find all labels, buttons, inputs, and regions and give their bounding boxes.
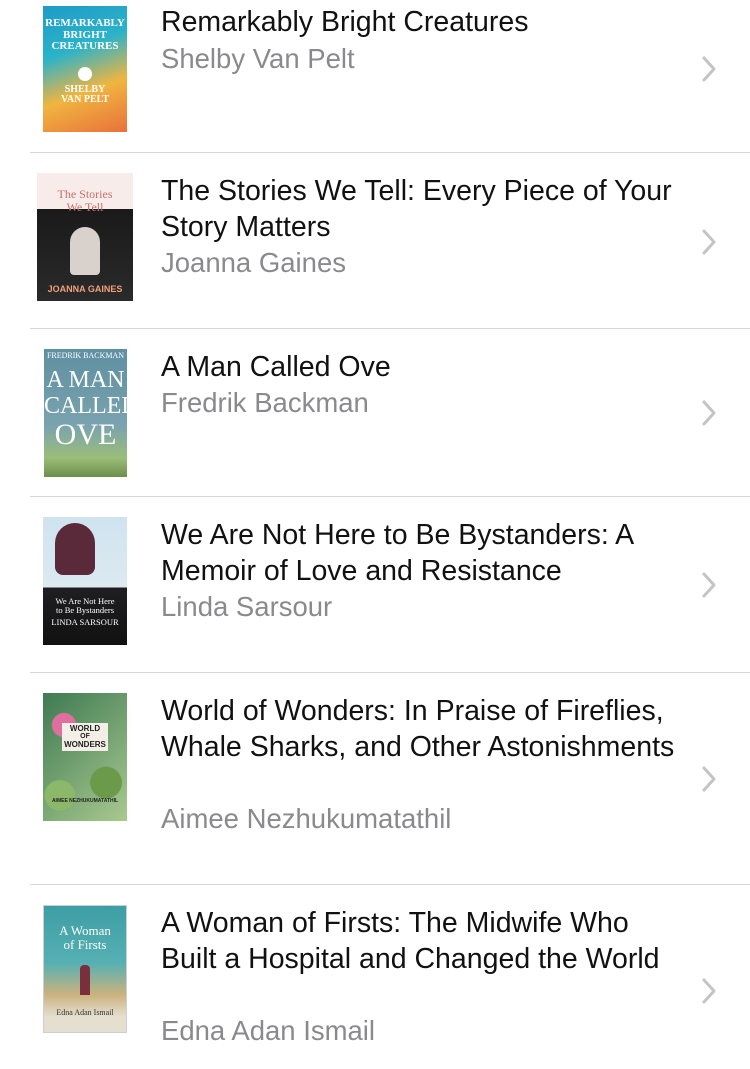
book-author: Linda Sarsour: [161, 591, 333, 622]
list-item[interactable]: WORLD OF WONDERS AIMEE NEZHUKUMATATHIL W…: [0, 673, 750, 884]
chevron-right-icon: [702, 978, 716, 1004]
book-cover: WORLD OF WONDERS AIMEE NEZHUKUMATATHIL: [43, 693, 127, 821]
chevron-right-icon: [702, 400, 716, 426]
chevron-right-icon: [702, 572, 716, 598]
book-list: REMARKABLY BRIGHT CREATURES SHELBY VAN P…: [0, 0, 750, 1069]
chevron-right-icon: [702, 766, 716, 792]
book-title: We Are Not Here to Be Bystanders: A Memo…: [161, 519, 633, 587]
book-title: A Woman of Firsts: The Midwife Who Built…: [161, 907, 660, 975]
book-cover: The Stories We Tell JOANNA GAINES: [37, 173, 133, 301]
book-cover: FREDRIK BACKMAN A MAN CALLED OVE: [44, 349, 127, 477]
book-author: Aimee Nezhukumatathil: [161, 803, 452, 834]
list-item[interactable]: The Stories We Tell JOANNA GAINES The St…: [0, 153, 750, 328]
book-author: Fredrik Backman: [161, 387, 369, 418]
book-title: World of Wonders: In Praise of Fireflies…: [161, 695, 675, 763]
list-item[interactable]: FREDRIK BACKMAN A MAN CALLED OVE A Man C…: [0, 329, 750, 496]
book-author: Joanna Gaines: [161, 247, 346, 278]
book-cover: REMARKABLY BRIGHT CREATURES SHELBY VAN P…: [43, 6, 127, 132]
list-item[interactable]: REMARKABLY BRIGHT CREATURES SHELBY VAN P…: [0, 0, 750, 152]
book-author: Shelby Van Pelt: [161, 43, 355, 74]
chevron-right-icon: [702, 56, 716, 82]
list-item[interactable]: A Woman of Firsts Edna Adan Ismail A Wom…: [0, 885, 750, 1069]
book-cover: We Are Not Here to Be Bystanders LINDA S…: [43, 517, 127, 645]
book-title: A Man Called Ove: [161, 351, 391, 383]
book-title: Remarkably Bright Creatures: [161, 6, 529, 38]
chevron-right-icon: [702, 229, 716, 255]
book-cover: A Woman of Firsts Edna Adan Ismail: [43, 905, 127, 1033]
book-author: Edna Adan Ismail: [161, 1015, 376, 1046]
book-title: The Stories We Tell: Every Piece of Your…: [161, 175, 672, 243]
list-item[interactable]: We Are Not Here to Be Bystanders LINDA S…: [0, 497, 750, 672]
